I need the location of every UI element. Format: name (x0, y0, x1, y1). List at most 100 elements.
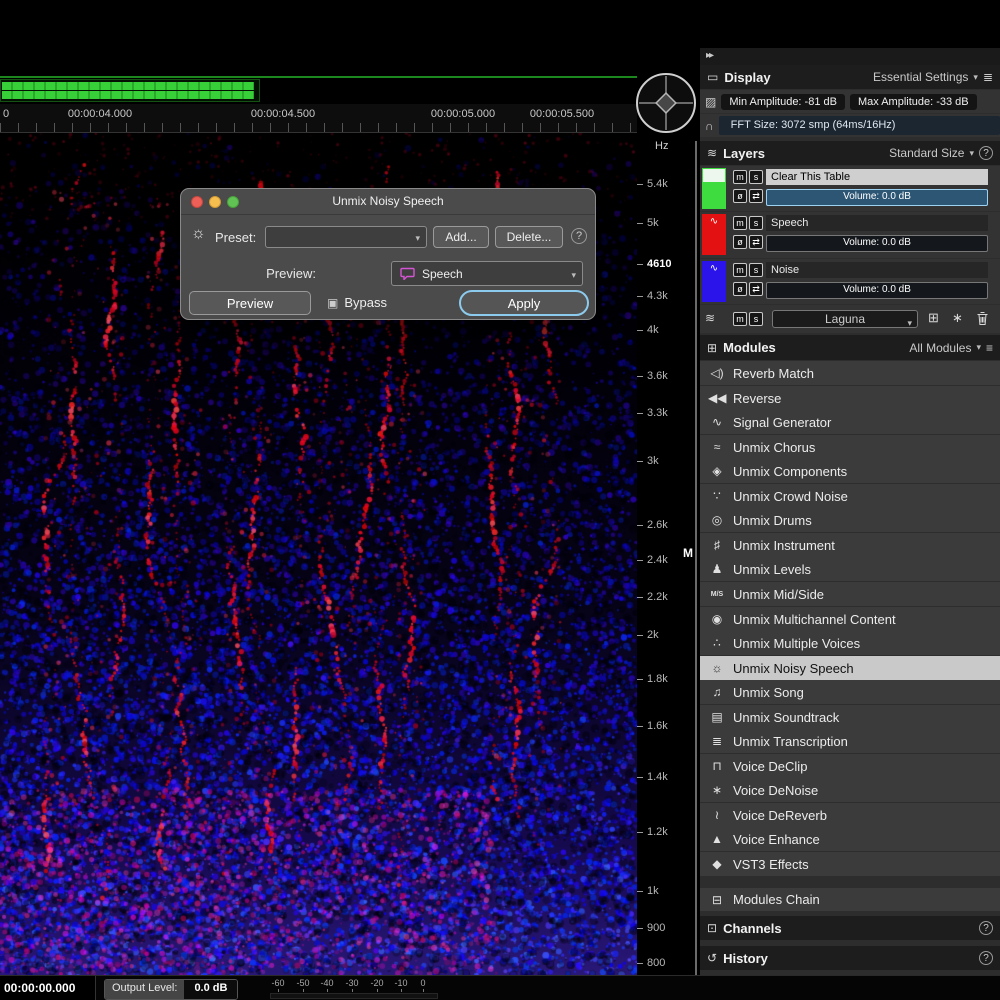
preview-button[interactable]: Preview (189, 291, 311, 315)
modules-menu-icon[interactable]: ≡ (986, 341, 993, 355)
freq-tick-label: 2k (647, 629, 659, 641)
freq-unit-label: Hz (655, 140, 668, 152)
layer-row[interactable]: msClear This Table ø⇄Volume: 0.0 dB (700, 166, 1000, 211)
panel-resize-handle[interactable] (695, 141, 697, 975)
solo-button[interactable]: s (749, 170, 763, 184)
volume-slider[interactable]: Volume: 0.0 dB (766, 189, 988, 206)
modules-filter-select[interactable]: All Modules (909, 341, 971, 355)
transform-button[interactable]: ⇄ (749, 235, 763, 249)
output-level-control[interactable]: Output Level: 0.0 dB (104, 979, 238, 1000)
display-menu-icon[interactable]: ≣ (983, 70, 993, 84)
transform-button[interactable]: ⇄ (749, 282, 763, 296)
mute-button[interactable]: m (733, 170, 747, 184)
mute-button[interactable]: m (733, 263, 747, 277)
layers-icon: ≋ (707, 146, 717, 160)
transform-button[interactable]: ⇄ (749, 189, 763, 203)
module-item-unmix-drums[interactable]: ◎Unmix Drums (700, 508, 1000, 532)
layer-color-swatch[interactable]: ∿ (702, 214, 726, 255)
layer-color-swatch[interactable]: ∿ (702, 261, 726, 302)
module-label: Unmix Soundtrack (733, 710, 839, 725)
phase-button[interactable]: ø (733, 189, 747, 203)
module-item-unmix-soundtrack[interactable]: ▤Unmix Soundtrack (700, 705, 1000, 729)
module-label: Reverb Match (733, 366, 814, 381)
layer-row[interactable]: ∿ msNoise ø⇄Volume: 0.0 dB (700, 259, 1000, 304)
apply-button[interactable]: Apply (459, 290, 589, 316)
module-item-vst3-effects[interactable]: ◆VST3 Effects (700, 852, 1000, 876)
pan-crosshair-control[interactable] (634, 71, 698, 135)
layer-row[interactable]: ∿ msSpeech ø⇄Volume: 0.0 dB (700, 212, 1000, 258)
max-amplitude-field[interactable]: Max Amplitude: -33 dB (850, 94, 977, 110)
module-item-unmix-multichannel-content[interactable]: ◉Unmix Multichannel Content (700, 607, 1000, 631)
fft-size-slider[interactable]: FFT Size: 3072 smp (64ms/16Hz) (719, 116, 1000, 135)
composite-layer-icon[interactable]: ∗ (952, 310, 963, 326)
display-title: Display (724, 70, 770, 85)
mute-button[interactable]: m (733, 216, 747, 230)
module-item-voice-denoise[interactable]: ∗Voice DeNoise (700, 778, 1000, 802)
volume-slider[interactable]: Volume: 0.0 dB (766, 282, 988, 299)
help-icon[interactable]: ? (979, 146, 993, 160)
tick-mark (637, 264, 643, 265)
module-item-unmix-mid-side[interactable]: M/SUnmix Mid/Side (700, 582, 1000, 606)
frequency-axis[interactable]: Hz M 5.4k5k46104.3k4k3.6k3.3k3k2.6k2.4k2… (637, 132, 700, 975)
history-section-header[interactable]: ↺ History ? (700, 946, 1000, 970)
module-item-unmix-crowd-noise[interactable]: ∵Unmix Crowd Noise (700, 484, 1000, 508)
module-item-voice-dereverb[interactable]: ≀Voice DeReverb (700, 803, 1000, 827)
layers-list: msClear This Tableø⇄Volume: 0.0 dB∿msSpe… (700, 166, 1000, 305)
display-settings-select[interactable]: Essential Settings (873, 70, 968, 84)
module-item-unmix-components[interactable]: ◈Unmix Components (700, 459, 1000, 483)
layer-name[interactable]: Noise (766, 262, 988, 278)
solo-button[interactable]: s (749, 216, 763, 230)
add-preset-button[interactable]: Add... (433, 226, 489, 248)
module-label: Unmix Multichannel Content (733, 612, 896, 627)
display-section-header[interactable]: ▭ Display Essential Settings ▾ ≣ (700, 65, 1000, 89)
preset-select[interactable]: ▾ (265, 226, 427, 248)
module-item-reverse[interactable]: ◀◀Reverse (700, 386, 1000, 410)
channels-section-header[interactable]: ⊡ Channels ? (700, 916, 1000, 940)
layer-colormap-select[interactable]: Laguna ▾ (772, 310, 918, 328)
phase-button[interactable]: ø (733, 282, 747, 296)
meter-bar-right (2, 91, 254, 99)
layers-section-header[interactable]: ≋ Layers Standard Size ▾ ? (700, 141, 1000, 165)
module-item-unmix-chorus[interactable]: ≈Unmix Chorus (700, 435, 1000, 459)
delete-preset-button[interactable]: Delete... (495, 226, 563, 248)
module-item-voice-enhance[interactable]: ▲Voice Enhance (700, 827, 1000, 851)
new-layer-icon[interactable]: ⊞ (928, 310, 939, 326)
master-mute-button[interactable]: m (733, 312, 747, 326)
delete-layer-icon[interactable] (976, 311, 989, 329)
freq-tick-label: 800 (647, 957, 665, 969)
module-item-unmix-multiple-voices[interactable]: ∴Unmix Multiple Voices (700, 631, 1000, 655)
volume-slider[interactable]: Volume: 0.0 dB (766, 235, 988, 252)
help-icon[interactable]: ? (571, 228, 587, 244)
module-item-voice-declip[interactable]: ⊓Voice DeClip (700, 754, 1000, 778)
modules-section-header[interactable]: ⊞ Modules All Modules ▾ ≡ (700, 335, 1000, 360)
modules-chain-item[interactable]: ⊟ Modules Chain (700, 888, 1000, 911)
module-item-reverb-match[interactable]: ◁)Reverb Match (700, 361, 1000, 385)
bypass-toggle[interactable]: ▣ Bypass (327, 295, 387, 310)
preset-label: Preset: (215, 230, 256, 245)
denoise-icon: ∗ (708, 783, 726, 797)
module-item-signal-generator[interactable]: ∿Signal Generator (700, 410, 1000, 434)
module-item-unmix-instrument[interactable]: ♯Unmix Instrument (700, 533, 1000, 557)
phase-button[interactable]: ø (733, 235, 747, 249)
min-amplitude-field[interactable]: Min Amplitude: -81 dB (721, 94, 845, 110)
layer-color-swatch[interactable] (702, 168, 726, 209)
module-item-unmix-transcription[interactable]: ≣Unmix Transcription (700, 729, 1000, 753)
layer-name[interactable]: Speech (766, 215, 988, 231)
layer-name[interactable]: Clear This Table (766, 169, 988, 185)
timeline-ruler[interactable]: 000:00:04.00000:00:04.50000:00:05.00000:… (0, 104, 637, 133)
fast-forward-icon[interactable]: ▸▸ (706, 50, 712, 61)
layer-size-select[interactable]: Standard Size (889, 146, 964, 160)
dialog-titlebar[interactable]: Unmix Noisy Speech (181, 189, 595, 215)
master-solo-button[interactable]: s (749, 312, 763, 326)
module-item-unmix-noisy-speech[interactable]: ☼Unmix Noisy Speech (700, 656, 1000, 680)
tick-mark (637, 330, 643, 331)
help-icon[interactable]: ? (979, 921, 993, 935)
solo-button[interactable]: s (749, 263, 763, 277)
noisy-icon: ☼ (708, 661, 726, 675)
module-item-unmix-song[interactable]: ♫Unmix Song (700, 680, 1000, 704)
playhead-time[interactable]: 00:00:00.000 (0, 976, 96, 1000)
tick-mark (637, 376, 643, 377)
preview-select[interactable]: Speech ▾ (391, 261, 583, 286)
help-icon[interactable]: ? (979, 951, 993, 965)
module-item-unmix-levels[interactable]: ♟Unmix Levels (700, 557, 1000, 581)
